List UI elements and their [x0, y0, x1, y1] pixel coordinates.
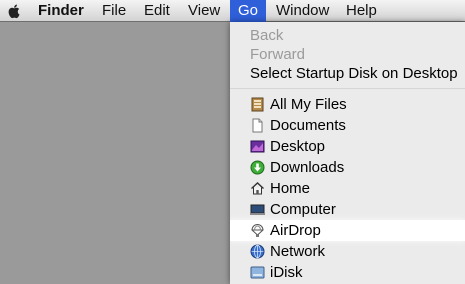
menu-item-label: iDisk [270, 264, 303, 281]
menu-separator [230, 88, 465, 89]
menu-window[interactable]: Window [266, 0, 339, 22]
menu-item-documents[interactable]: Documents [230, 115, 465, 136]
menu-item-label: AirDrop [270, 222, 321, 239]
menu-item-label: Downloads [270, 159, 345, 176]
menu-file[interactable]: File [92, 0, 136, 22]
idisk-icon [250, 266, 265, 279]
menu-help[interactable]: Help [336, 0, 387, 22]
menu-item-label: Forward [250, 46, 306, 63]
menu-finder[interactable]: Finder [28, 0, 94, 22]
computer-icon [250, 204, 265, 215]
home-icon [251, 182, 264, 195]
airdrop-icon [251, 224, 264, 237]
menu-item-label: Computer [270, 201, 336, 218]
desktop-icon [250, 140, 265, 153]
menu-view[interactable]: View [178, 0, 230, 22]
menu-item-label: Desktop [270, 138, 326, 155]
network-icon [250, 244, 265, 259]
menu-item-home[interactable]: Home [230, 178, 465, 199]
menu-item-network[interactable]: Network [230, 241, 465, 262]
menu-item-forward[interactable]: Forward [230, 44, 465, 65]
menu-item-idisk[interactable]: iDisk [230, 262, 465, 283]
menu-item-back[interactable]: Back [230, 25, 465, 46]
downloads-icon [250, 160, 265, 175]
apple-icon [8, 4, 20, 19]
menu-item-label: Home [270, 180, 311, 197]
go-menu-dropdown: Back Forward Select Startup Disk on Desk… [230, 22, 465, 284]
menu-go[interactable]: Go [230, 0, 267, 22]
menu-item-label: All My Files [270, 96, 347, 113]
menu-item-select-startup-disk[interactable]: Select Startup Disk on Desktop [230, 63, 465, 84]
menu-item-label: Select Startup Disk on Desktop [250, 65, 458, 82]
menu-item-label: Documents [270, 117, 346, 134]
menu-item-airdrop[interactable]: AirDrop [230, 220, 465, 241]
menu-item-desktop[interactable]: Desktop [230, 136, 465, 157]
menu-item-label: Back [250, 27, 284, 44]
menu-bar: Finder File Edit View Go Window Help [0, 0, 465, 22]
apple-menu[interactable] [2, 0, 28, 22]
menu-item-downloads[interactable]: Downloads [230, 157, 465, 178]
all-my-files-icon [251, 97, 264, 112]
menu-item-computer[interactable]: Computer [230, 199, 465, 220]
menu-edit[interactable]: Edit [134, 0, 180, 22]
documents-icon [252, 118, 263, 133]
menu-item-all-my-files[interactable]: All My Files [230, 94, 465, 115]
menu-item-label: Network [270, 243, 326, 260]
